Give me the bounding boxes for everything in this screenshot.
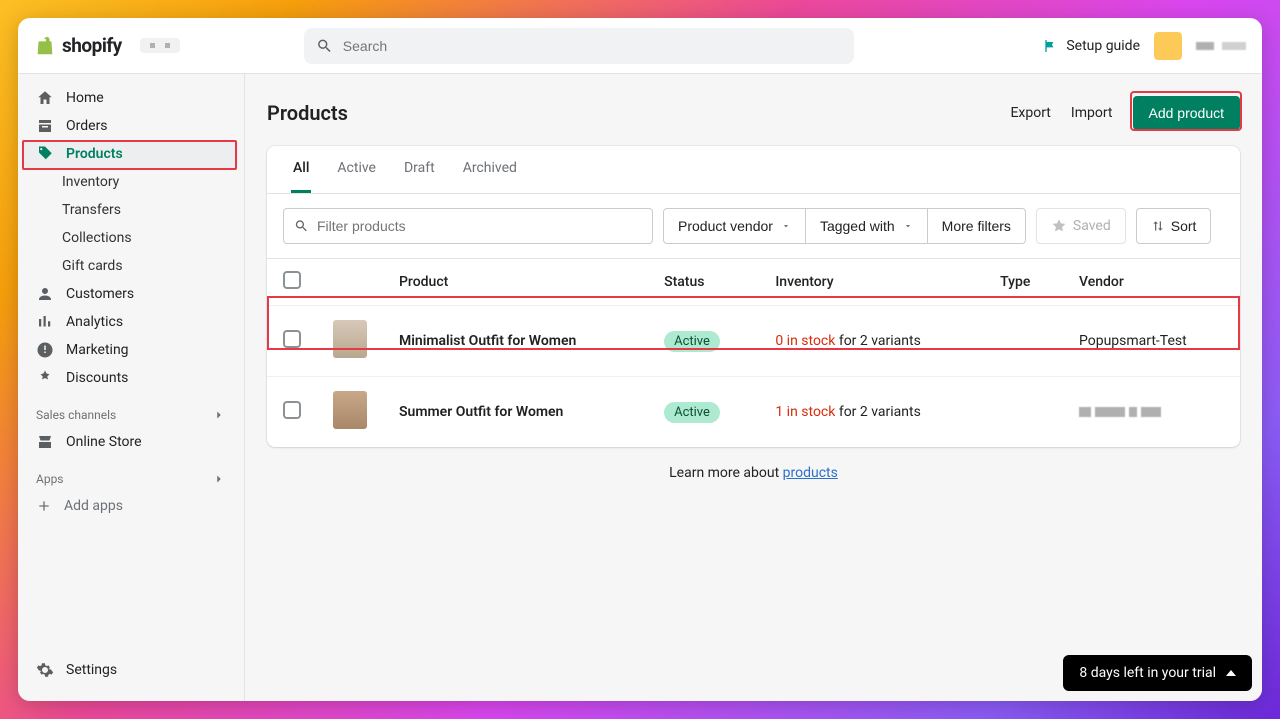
bag-icon: [34, 35, 56, 57]
learn-more-text: Learn more about products: [267, 447, 1240, 499]
select-all-checkbox[interactable]: [283, 271, 301, 289]
analytics-icon: [36, 313, 54, 331]
products-help-link[interactable]: products: [783, 465, 838, 481]
settings-button[interactable]: Settings: [18, 653, 244, 687]
saved-button: Saved: [1036, 208, 1126, 244]
store-name[interactable]: [1196, 42, 1246, 50]
sidebar-item-analytics[interactable]: Analytics: [18, 308, 244, 336]
apps-header[interactable]: Apps: [18, 466, 244, 492]
col-type: Type: [984, 259, 1063, 306]
trial-banner[interactable]: 8 days left in your trial: [1063, 655, 1252, 691]
chevron-right-icon: [212, 408, 226, 422]
store-selector[interactable]: [140, 38, 180, 53]
search-icon: [294, 218, 309, 234]
page-title: Products: [267, 101, 348, 125]
tagged-with-filter[interactable]: Tagged with: [806, 208, 928, 244]
sidebar-item-collections[interactable]: Collections: [18, 224, 244, 252]
setup-guide-link[interactable]: Setup guide: [1042, 38, 1140, 54]
row-checkbox[interactable]: [283, 330, 301, 348]
product-name[interactable]: Summer Outfit for Women: [383, 377, 648, 448]
search-input[interactable]: [304, 28, 854, 64]
brand-text: shopify: [62, 34, 122, 57]
product-thumbnail: [333, 320, 367, 358]
status-badge: Active: [664, 402, 720, 423]
caret-up-icon: [1226, 670, 1236, 676]
sidebar-item-products[interactable]: Products: [24, 140, 238, 168]
col-product: Product: [383, 259, 648, 306]
col-status: Status: [648, 259, 759, 306]
person-icon: [36, 285, 54, 303]
orders-icon: [36, 117, 54, 135]
plus-icon: [36, 498, 52, 514]
import-button[interactable]: Import: [1071, 105, 1113, 121]
sort-icon: [1151, 219, 1165, 233]
sidebar-item-online-store[interactable]: Online Store: [18, 428, 244, 456]
sidebar-item-customers[interactable]: Customers: [18, 280, 244, 308]
filter-products-input[interactable]: [283, 208, 653, 244]
sidebar-item-gift-cards[interactable]: Gift cards: [18, 252, 244, 280]
sidebar-item-inventory[interactable]: Inventory: [18, 168, 244, 196]
chevron-down-icon: [781, 221, 791, 231]
table-row[interactable]: Minimalist Outfit for Women Active 0 in …: [267, 306, 1240, 377]
export-button[interactable]: Export: [1010, 105, 1050, 121]
gear-icon: [36, 661, 54, 679]
marketing-icon: [36, 341, 54, 359]
sidebar-item-orders[interactable]: Orders: [18, 112, 244, 140]
store-icon: [36, 433, 54, 451]
add-apps-button[interactable]: Add apps: [18, 492, 244, 520]
home-icon: [36, 89, 54, 107]
avatar[interactable]: [1154, 32, 1182, 60]
chevron-down-icon: [903, 221, 913, 231]
search-icon: [316, 37, 333, 55]
product-vendor-filter[interactable]: Product vendor: [663, 208, 806, 244]
flag-icon: [1042, 38, 1058, 54]
add-product-button[interactable]: Add product: [1133, 96, 1241, 130]
star-icon: [1051, 218, 1067, 234]
tab-archived[interactable]: Archived: [461, 146, 519, 193]
sidebar-item-discounts[interactable]: Discounts: [18, 364, 244, 392]
table-row[interactable]: Summer Outfit for Women Active 1 in stoc…: [267, 377, 1240, 448]
sidebar-item-home[interactable]: Home: [18, 84, 244, 112]
status-badge: Active: [664, 331, 720, 352]
vendor-cell-blurred: [1079, 407, 1224, 417]
tab-active[interactable]: Active: [335, 146, 378, 193]
discounts-icon: [36, 369, 54, 387]
vendor-cell: Popupsmart-Test: [1063, 306, 1240, 377]
sales-channels-header[interactable]: Sales channels: [18, 402, 244, 428]
col-vendor: Vendor: [1063, 259, 1240, 306]
sort-button[interactable]: Sort: [1136, 208, 1212, 244]
col-inventory: Inventory: [759, 259, 984, 306]
tab-draft[interactable]: Draft: [402, 146, 437, 193]
sidebar-item-transfers[interactable]: Transfers: [18, 196, 244, 224]
shopify-logo[interactable]: shopify: [34, 34, 122, 57]
more-filters-button[interactable]: More filters: [928, 208, 1026, 244]
row-checkbox[interactable]: [283, 401, 301, 419]
tag-icon: [36, 145, 54, 163]
product-name[interactable]: Minimalist Outfit for Women: [383, 306, 648, 377]
sidebar-item-marketing[interactable]: Marketing: [18, 336, 244, 364]
product-thumbnail: [333, 391, 367, 429]
chevron-right-icon: [212, 472, 226, 486]
tab-all[interactable]: All: [291, 146, 311, 193]
